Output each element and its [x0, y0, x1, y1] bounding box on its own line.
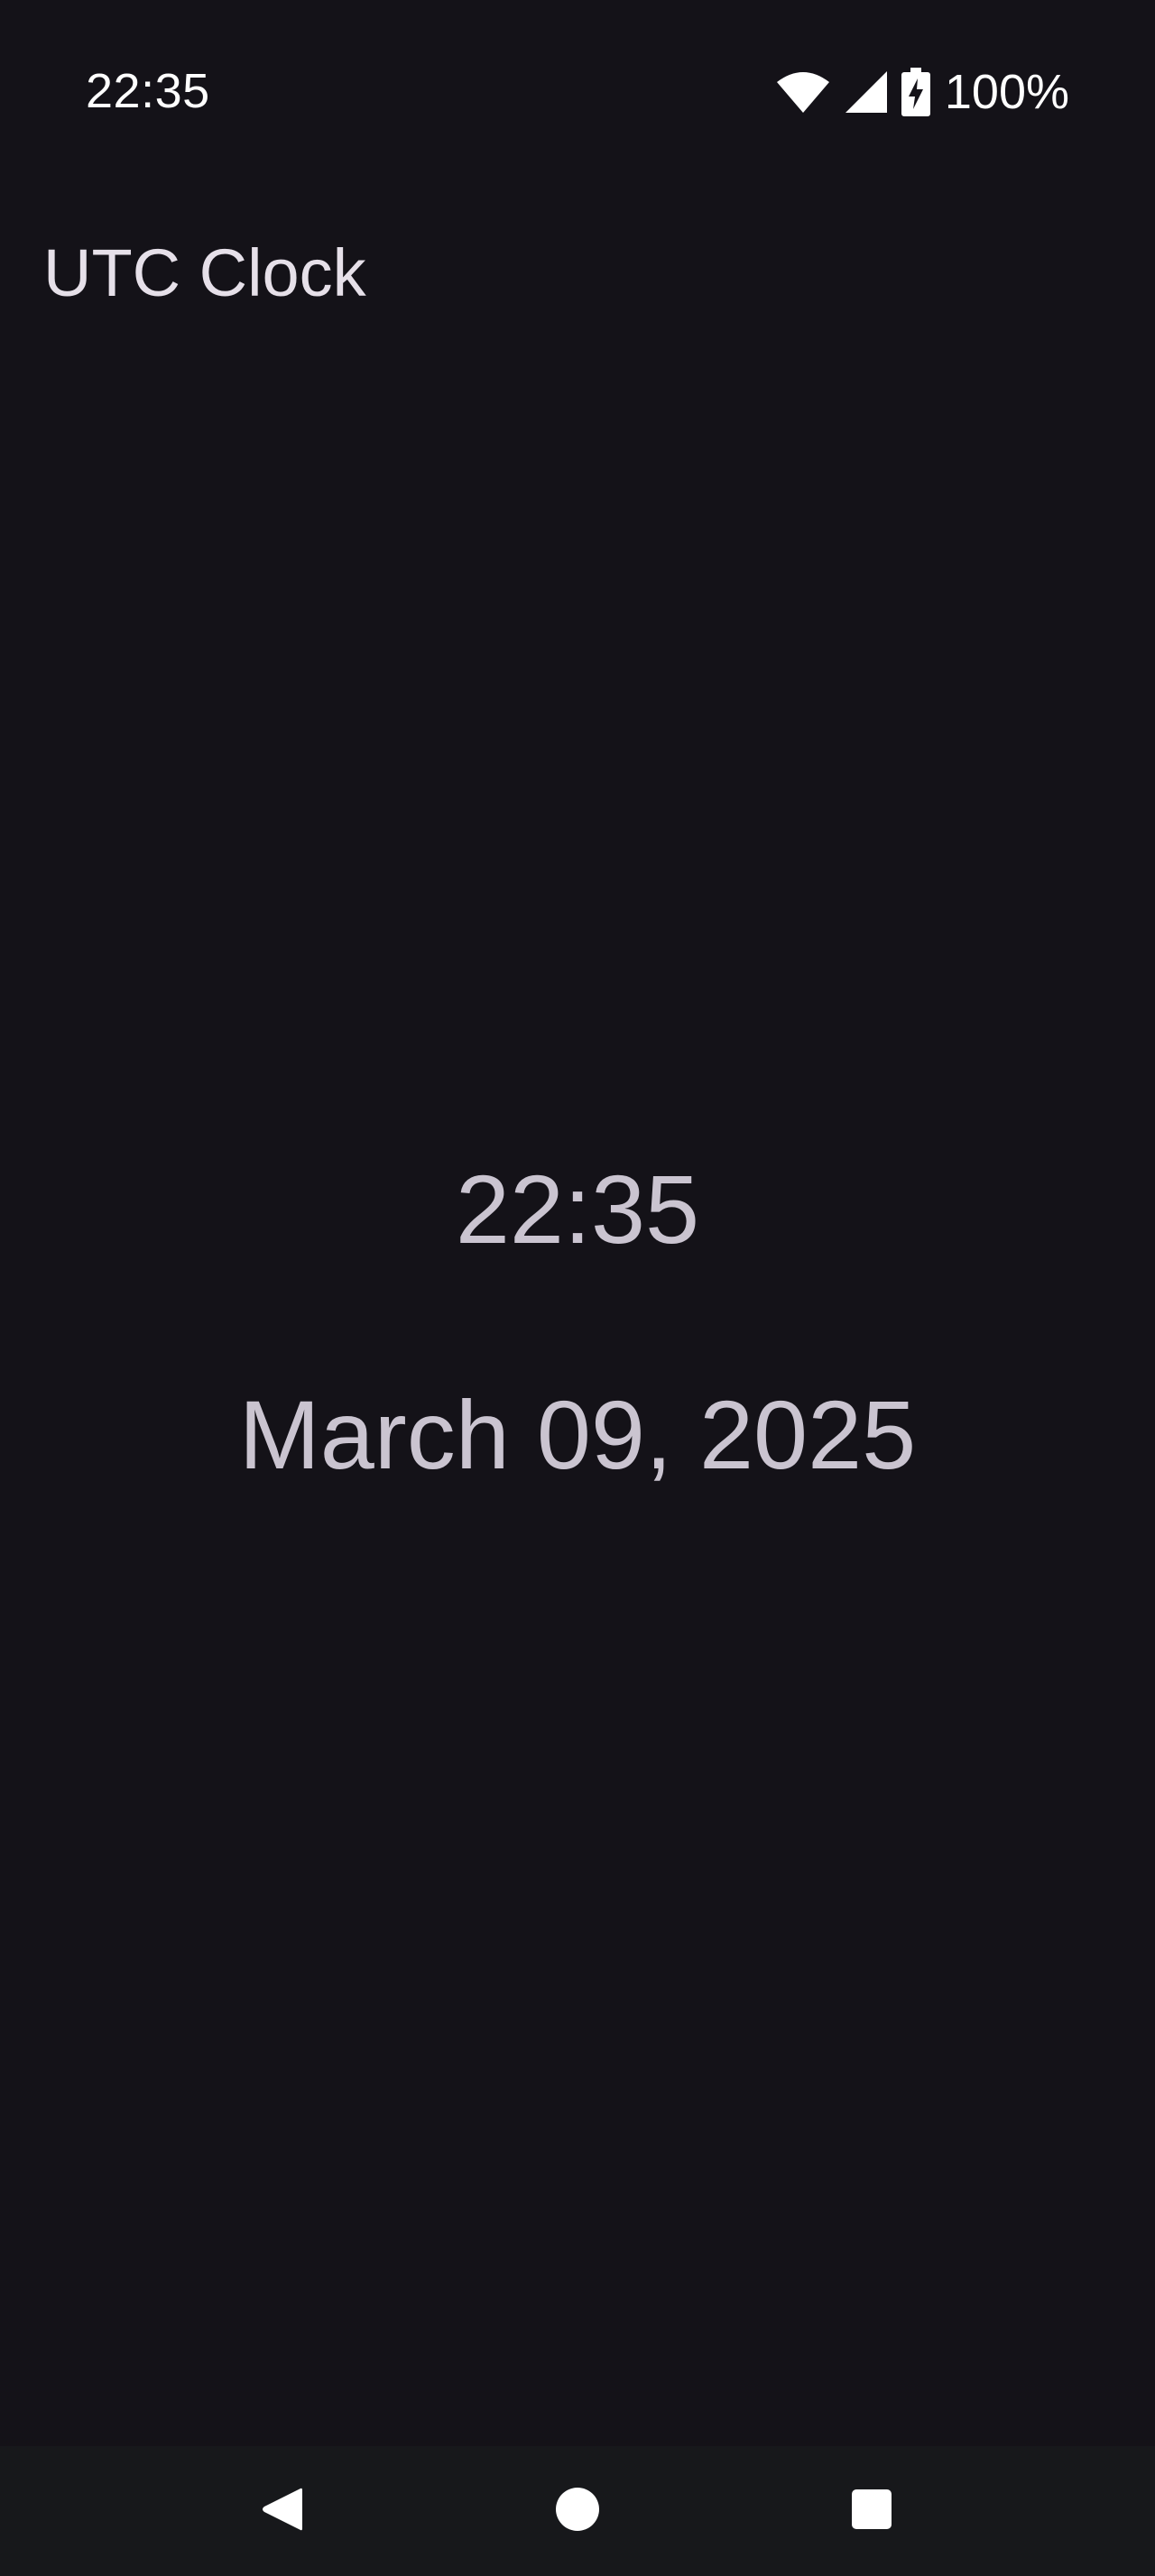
back-button[interactable] — [236, 2466, 327, 2556]
recents-icon — [850, 2488, 893, 2535]
cellular-signal-icon — [844, 69, 889, 115]
clock-time: 22:35 — [455, 1155, 700, 1264]
back-icon — [259, 2485, 304, 2538]
battery-charging-icon — [901, 68, 930, 116]
wifi-icon — [775, 69, 831, 115]
home-icon — [555, 2487, 600, 2536]
battery-percent: 100% — [944, 65, 1069, 119]
status-time: 22:35 — [86, 64, 210, 118]
recents-button[interactable] — [827, 2466, 917, 2556]
screen: 22:35 100% UTC Clock 22:35 March 09, 202… — [0, 0, 1155, 2576]
navigation-bar — [0, 2446, 1155, 2576]
status-bar: 22:35 100% — [0, 0, 1155, 184]
app-title: UTC Clock — [43, 235, 366, 310]
clock-date: March 09, 2025 — [238, 1380, 917, 1489]
home-button[interactable] — [532, 2466, 623, 2556]
status-icons: 100% — [775, 65, 1069, 119]
